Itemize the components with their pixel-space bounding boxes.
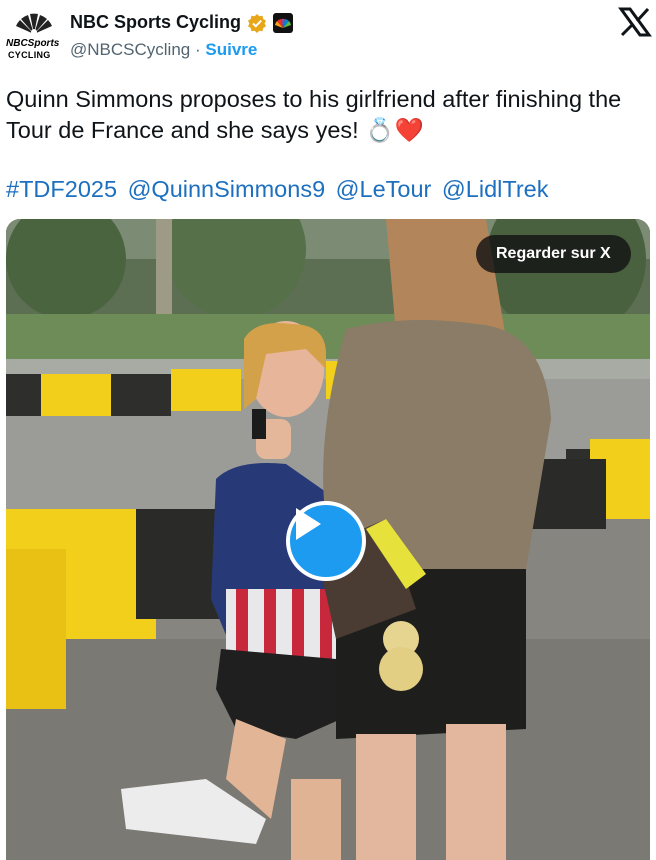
video-player[interactable]: Regarder sur X bbox=[6, 219, 650, 860]
x-logo-icon[interactable] bbox=[618, 6, 652, 38]
avatar[interactable]: NBCSports CYCLING bbox=[6, 10, 62, 60]
watch-on-x-button[interactable]: Regarder sur X bbox=[476, 235, 631, 273]
play-button[interactable] bbox=[286, 501, 366, 581]
nbc-peacock-icon bbox=[16, 13, 52, 35]
verified-badge-icon bbox=[248, 13, 267, 33]
hashtag-link[interactable]: #TDF2025 bbox=[6, 176, 117, 202]
mention-link[interactable]: @LidlTrek bbox=[442, 176, 549, 202]
nbc-affiliate-badge-icon bbox=[273, 12, 294, 33]
follow-button[interactable]: Suivre bbox=[205, 40, 257, 59]
separator: · bbox=[194, 40, 201, 59]
avatar-brand: NBCSports bbox=[6, 38, 60, 49]
handle[interactable]: @NBCSCycling bbox=[70, 40, 190, 59]
tweet-text: Quinn Simmons proposes to his girlfriend… bbox=[6, 86, 622, 143]
mention-link[interactable]: @LeTour bbox=[336, 176, 432, 202]
avatar-sub: CYCLING bbox=[8, 50, 51, 60]
display-name[interactable]: NBC Sports Cycling bbox=[70, 12, 241, 33]
play-icon bbox=[296, 508, 321, 540]
mention-link[interactable]: @QuinnSimmons9 bbox=[128, 176, 326, 202]
tweet-header: NBCSports CYCLING NBC Sports Cycling @NB… bbox=[0, 0, 656, 70]
handle-row: @NBCSCycling · Suivre bbox=[70, 40, 257, 60]
name-row: NBC Sports Cycling bbox=[70, 12, 294, 33]
hashtags: #TDF2025 @QuinnSimmons9 @LeTour @LidlTre… bbox=[6, 174, 646, 205]
